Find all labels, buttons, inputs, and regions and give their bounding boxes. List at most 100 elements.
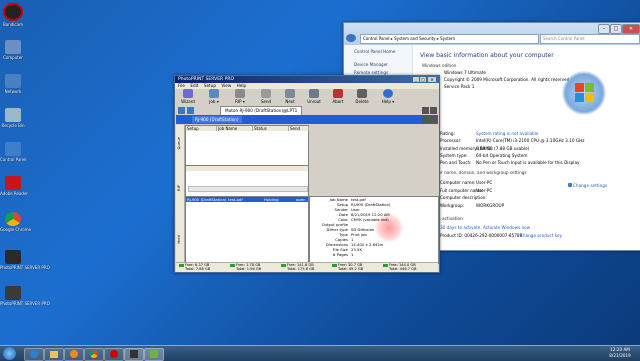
maximize-button[interactable]: □ [420,77,426,82]
minimize-button[interactable]: _ [413,77,419,82]
computer-name-label: Computer name: [440,180,476,185]
start-orb[interactable] [3,347,16,360]
disk-icon [332,263,337,267]
scroll-left-button-2[interactable] [422,116,429,123]
help-button[interactable]: Help ▾ [379,89,397,104]
column-setup[interactable]: Setup [186,126,217,131]
desktop-icon-photoprint-2[interactable]: PhotoPRINT SERVER PRO [0,286,50,306]
job-button[interactable]: Job ▾ [205,89,223,104]
recycle-bin-icon [5,108,21,122]
network-icon [5,74,21,88]
detail-value: Print job [351,232,367,237]
desktop-icon-control-panel[interactable]: Control Panel [0,142,27,162]
ie-icon [30,350,38,358]
system-window-chrome: – □ ✕ Control Panel ▸ System and Securit… [344,23,640,45]
desktop-icon-recycle-bin[interactable]: Recycle Bin [0,108,26,128]
rip-list[interactable] [185,165,309,197]
rating-label: Rating: [440,131,455,136]
memory-value: 8.00 GB (7.88 GB usable) [476,146,530,151]
maximize-button[interactable]: □ [610,24,622,34]
menu-setup[interactable]: Setup [204,83,216,88]
scroll-right-button-2[interactable] [430,116,437,123]
side-tabs: Queue RIP Hold [176,125,185,262]
shield-icon [568,183,572,187]
desktop-icon-adobe-reader[interactable]: Adobe Reader [0,176,28,196]
queue-icon [187,107,194,114]
taskbar-media-button[interactable] [64,348,84,361]
job-details: Job Name test.pdf Setup RJ-900 (DraftSta… [309,196,439,264]
computer-icon [5,40,21,54]
control-panel-home-link[interactable]: Control Panel Home [354,49,395,54]
workgroup-label: Workgroup: [440,203,465,208]
disk-icon [281,263,286,267]
side-tab-hold[interactable]: Hold [176,235,184,244]
photoprint-window: PhotoPRINT SERVER PRO _ □ ✕ File Edit Se… [174,75,440,273]
side-tab-rip[interactable]: RIP [176,185,184,191]
column-send[interactable]: Send [289,126,309,131]
search-input[interactable]: Search Control Panel [540,34,640,44]
product-id: Product ID: 00426-292-0000007-85789 [440,233,523,238]
taskbar-explorer-button[interactable] [44,348,64,361]
tab-queue[interactable]: RJ-900 (DraftStation) [192,116,242,123]
change-product-key-link[interactable]: Change product key [520,233,562,238]
rating-link[interactable]: System rating is not available [476,131,538,136]
minimize-button[interactable]: – [598,24,610,34]
photoprint-titlebar[interactable]: PhotoPRINT SERVER PRO _ □ ✕ [175,76,439,83]
desktop-icon-photoprint-1[interactable]: PhotoPRINT SERVER PRO [0,250,50,270]
desktop-icon-chrome[interactable]: Google Chrome [0,212,31,232]
taskbar-control-panel-button[interactable] [144,348,164,361]
taskbar-bandicam-button[interactable] [104,348,124,361]
close-button[interactable]: ✕ [622,24,640,34]
address-bar[interactable]: Control Panel ▸ System and Security ▸ Sy… [360,34,539,44]
computer-name-value: User-PC [476,180,493,185]
queue-list[interactable]: Setup Job Name Status Send [185,125,309,167]
menu-edit[interactable]: Edit [190,83,198,88]
rip-button[interactable]: RIP ▾ [231,89,249,104]
taskbar: 12:20 AM 8/21/2019 [0,345,640,361]
copyright-text: Copyright © 2009 Microsoft Corporation. … [444,77,571,82]
device-manager-link[interactable]: Device Manager [354,62,388,67]
bandicam-icon [3,3,23,21]
photoprint-icon [130,350,138,358]
unrout-button[interactable]: Unrout [305,89,323,104]
menu-file[interactable]: File [178,83,185,88]
disk-icon [179,263,184,267]
page-title: View basic information about your comput… [420,52,554,59]
column-status[interactable]: Status [253,126,289,131]
rip-scrollbar[interactable] [188,186,308,192]
table-row[interactable]: RJ-900 (DraftStation) test.pdf Holding o… [186,197,308,202]
scroll-right-button[interactable] [430,107,437,114]
delete-button[interactable]: Delete [353,89,371,104]
desktop-icon-bandicam[interactable]: Bandicam [0,3,26,27]
next-button[interactable]: Next [281,89,299,104]
taskbar-ie-button[interactable] [24,348,44,361]
taskbar-photoprint-button[interactable] [124,348,144,361]
photoprint-icon [5,286,21,300]
side-tab-queue[interactable]: Queue [176,137,184,149]
description-label: Computer description: [440,195,487,200]
desktop-icon-computer[interactable]: Computer [0,40,26,60]
menu-view[interactable]: View [221,83,231,88]
window-title: PhotoPRINT SERVER PRO [178,77,234,82]
send-button[interactable]: Send [257,89,275,104]
wizard-icon [183,89,193,98]
hold-list[interactable]: RJ-900 (DraftStation) test.pdf Holding o… [185,196,309,264]
scroll-left-button[interactable] [422,107,429,114]
control-panel-icon [150,350,158,358]
photoprint-icon [5,250,21,264]
desktop-icon-network[interactable]: Network [0,74,26,94]
edition-value: Windows 7 Ultimate [444,70,486,75]
change-settings-link[interactable]: Change settings [568,183,607,188]
menu-help[interactable]: Help [237,83,247,88]
activate-link[interactable]: 30 days to activate. Activate Windows no… [440,225,530,230]
taskbar-chrome-button[interactable] [84,348,104,361]
disk-icon [230,263,235,267]
wizard-button[interactable]: Wizard [179,89,197,104]
close-button[interactable]: ✕ [428,77,436,82]
windows-logo [562,71,606,115]
status-disk-1: Free: 6.37 GB Total: 7.88 GB [179,263,210,271]
abort-button[interactable]: Abort [329,89,347,104]
clock[interactable]: 12:20 AM 8/21/2019 [606,347,634,359]
column-job-name[interactable]: Job Name [217,126,253,131]
back-button[interactable] [346,34,356,42]
